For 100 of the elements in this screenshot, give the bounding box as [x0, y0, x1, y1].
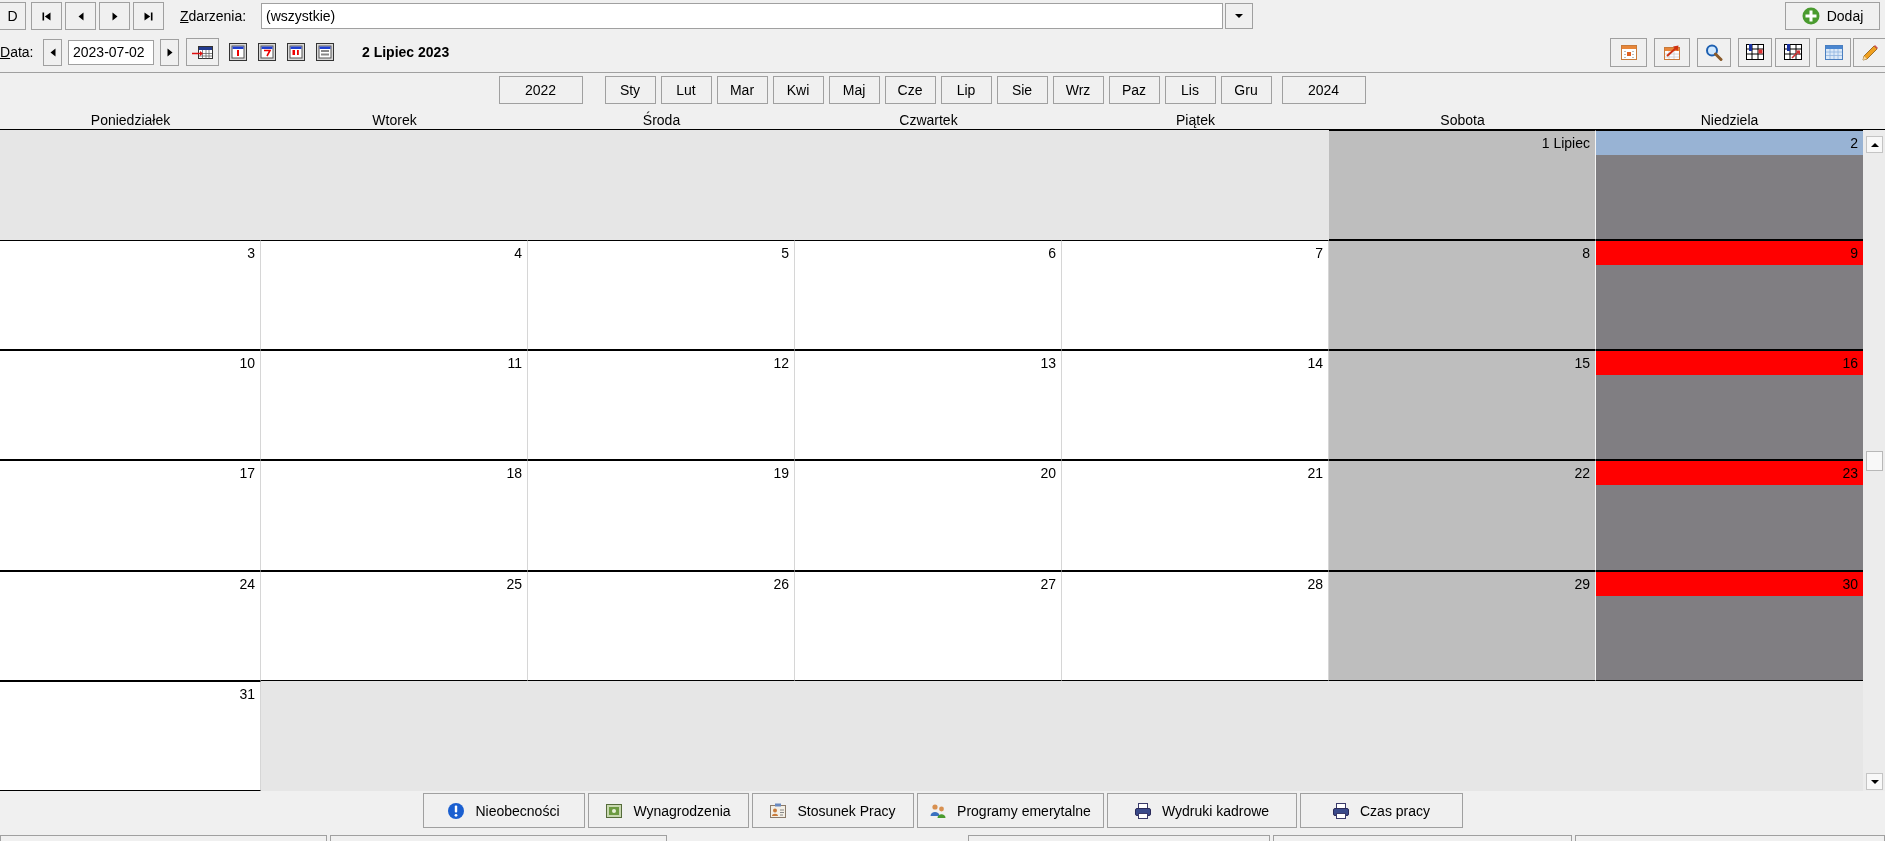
- weekday-header: Poniedziałek: [89, 111, 172, 129]
- day-cell[interactable]: 20: [795, 460, 1062, 571]
- day-cell[interactable]: 4: [261, 240, 528, 351]
- day-cell[interactable]: 27: [795, 570, 1062, 681]
- day-cell[interactable]: 23: [1596, 460, 1863, 571]
- weekday-header: Sobota: [1439, 111, 1486, 129]
- caret-down-icon: [1235, 14, 1243, 18]
- day-cell[interactable]: 14: [1062, 350, 1329, 461]
- module-button[interactable]: Czas pracy: [1299, 793, 1463, 828]
- caret-up-icon: [1870, 142, 1879, 147]
- people-icon: [929, 801, 948, 820]
- module-button[interactable]: Wydruki kadrowe: [1106, 793, 1297, 828]
- scroll-up-button[interactable]: [1866, 136, 1883, 153]
- calendar-page-icon[interactable]: [287, 43, 305, 61]
- year-button[interactable]: 2022: [498, 76, 583, 104]
- day-cell[interactable]: 24: [0, 570, 261, 681]
- events-label: Zdarzenia:: [180, 8, 248, 24]
- weekday-header: Środa: [641, 110, 682, 129]
- day-cell[interactable]: 16: [1596, 350, 1863, 461]
- scroll-down-button[interactable]: [1866, 773, 1883, 790]
- printer-icon: [1332, 801, 1350, 820]
- month-button[interactable]: Mar: [716, 76, 768, 104]
- toolbar-button[interactable]: [1738, 37, 1772, 67]
- next-day-button[interactable]: [160, 38, 179, 66]
- day-cell[interactable]: 12: [528, 350, 795, 461]
- day-cell[interactable]: 7: [1062, 240, 1329, 351]
- scrollbar[interactable]: [1863, 130, 1885, 791]
- month-button[interactable]: Lip: [940, 76, 992, 104]
- month-button[interactable]: Maj: [828, 76, 880, 104]
- today-button[interactable]: [186, 38, 219, 66]
- day-cell[interactable]: 13: [795, 350, 1062, 461]
- pencil-icon: [1859, 43, 1880, 61]
- day-cell[interactable]: 18: [261, 460, 528, 571]
- date-field[interactable]: 2023-07-02: [68, 39, 154, 65]
- day-cell[interactable]: 26: [528, 570, 795, 681]
- day-cell[interactable]: 1 Lipiec: [1329, 130, 1596, 241]
- search-icon: [1704, 43, 1724, 61]
- month-button[interactable]: Sie: [996, 76, 1048, 104]
- add-button[interactable]: Dodaj: [1785, 2, 1880, 30]
- day-cell[interactable]: 25: [261, 570, 528, 681]
- weekday-header: Wtorek: [371, 111, 418, 129]
- module-button[interactable]: Stosunek Pracy: [751, 793, 914, 828]
- triangle-right-icon: [166, 47, 173, 57]
- toolbar-button[interactable]: [1775, 37, 1810, 67]
- calendar-icon: [1823, 43, 1844, 61]
- triangle-right-icon: [111, 11, 118, 21]
- day-cell[interactable]: 6: [795, 240, 1062, 351]
- month-button[interactable]: Cze: [884, 76, 936, 104]
- events-combobox[interactable]: (wszystkie): [261, 3, 1223, 29]
- day-cell[interactable]: 10: [0, 350, 261, 461]
- skip-start-icon: [42, 11, 51, 21]
- day-cell[interactable]: 2: [1596, 130, 1863, 241]
- banknote-icon: [605, 801, 624, 820]
- next-button[interactable]: [99, 2, 130, 30]
- day-cell[interactable]: 21: [1062, 460, 1329, 571]
- day-cell[interactable]: 5: [528, 240, 795, 351]
- module-button[interactable]: Wynagrodzenia: [587, 793, 749, 828]
- weekday-header: Czwartek: [898, 111, 959, 129]
- day-cell[interactable]: 17: [0, 460, 261, 571]
- day-cell[interactable]: 29: [1329, 570, 1596, 681]
- module-button[interactable]: Nieobecności: [422, 793, 585, 828]
- calendar-page-icon[interactable]: [258, 43, 276, 61]
- date-heading: 2 Lipiec 2023: [362, 44, 450, 60]
- day-cell[interactable]: 9: [1596, 240, 1863, 351]
- module-button[interactable]: Programy emerytalne: [916, 793, 1104, 828]
- day-cell[interactable]: 28: [1062, 570, 1329, 681]
- caret-down-icon: [1870, 779, 1879, 784]
- month-button[interactable]: Sty: [604, 76, 656, 104]
- id-card-icon: [769, 801, 788, 820]
- weekday-header: Piątek: [1175, 111, 1216, 129]
- previous-button[interactable]: [65, 2, 96, 30]
- day-cell[interactable]: 3: [0, 240, 261, 351]
- day-cell[interactable]: 15: [1329, 350, 1596, 461]
- day-cell[interactable]: 22: [1329, 460, 1596, 571]
- day-cell[interactable]: 8: [1329, 240, 1596, 351]
- day-cell[interactable]: 19: [528, 460, 795, 571]
- skip-end-icon: [144, 11, 153, 21]
- year-button[interactable]: 2024: [1281, 76, 1366, 104]
- triangle-left-icon: [49, 47, 56, 57]
- calendar-page-icon[interactable]: [229, 43, 247, 61]
- day-cell[interactable]: 31: [0, 680, 261, 791]
- month-button[interactable]: Paz: [1108, 76, 1160, 104]
- triangle-left-icon: [77, 11, 84, 21]
- month-button[interactable]: Lut: [660, 76, 712, 104]
- day-cell[interactable]: 30: [1596, 570, 1863, 681]
- first-button[interactable]: [31, 2, 62, 30]
- document-icon[interactable]: [316, 43, 334, 61]
- toolbar-button[interactable]: D: [0, 2, 26, 30]
- last-button[interactable]: [133, 2, 164, 30]
- printer-icon: [1133, 801, 1152, 820]
- scrollbar-thumb[interactable]: [1866, 451, 1883, 471]
- month-button[interactable]: Wrz: [1052, 76, 1104, 104]
- day-cell[interactable]: 11: [261, 350, 528, 461]
- month-button[interactable]: Gru: [1220, 76, 1272, 104]
- month-button[interactable]: Kwi: [772, 76, 824, 104]
- previous-day-button[interactable]: [43, 38, 62, 66]
- month-button[interactable]: Lis: [1164, 76, 1216, 104]
- calendar-arrow-icon: [1662, 43, 1682, 61]
- calendar-arrow-icon: [191, 45, 214, 59]
- dropdown-button[interactable]: [1225, 3, 1253, 29]
